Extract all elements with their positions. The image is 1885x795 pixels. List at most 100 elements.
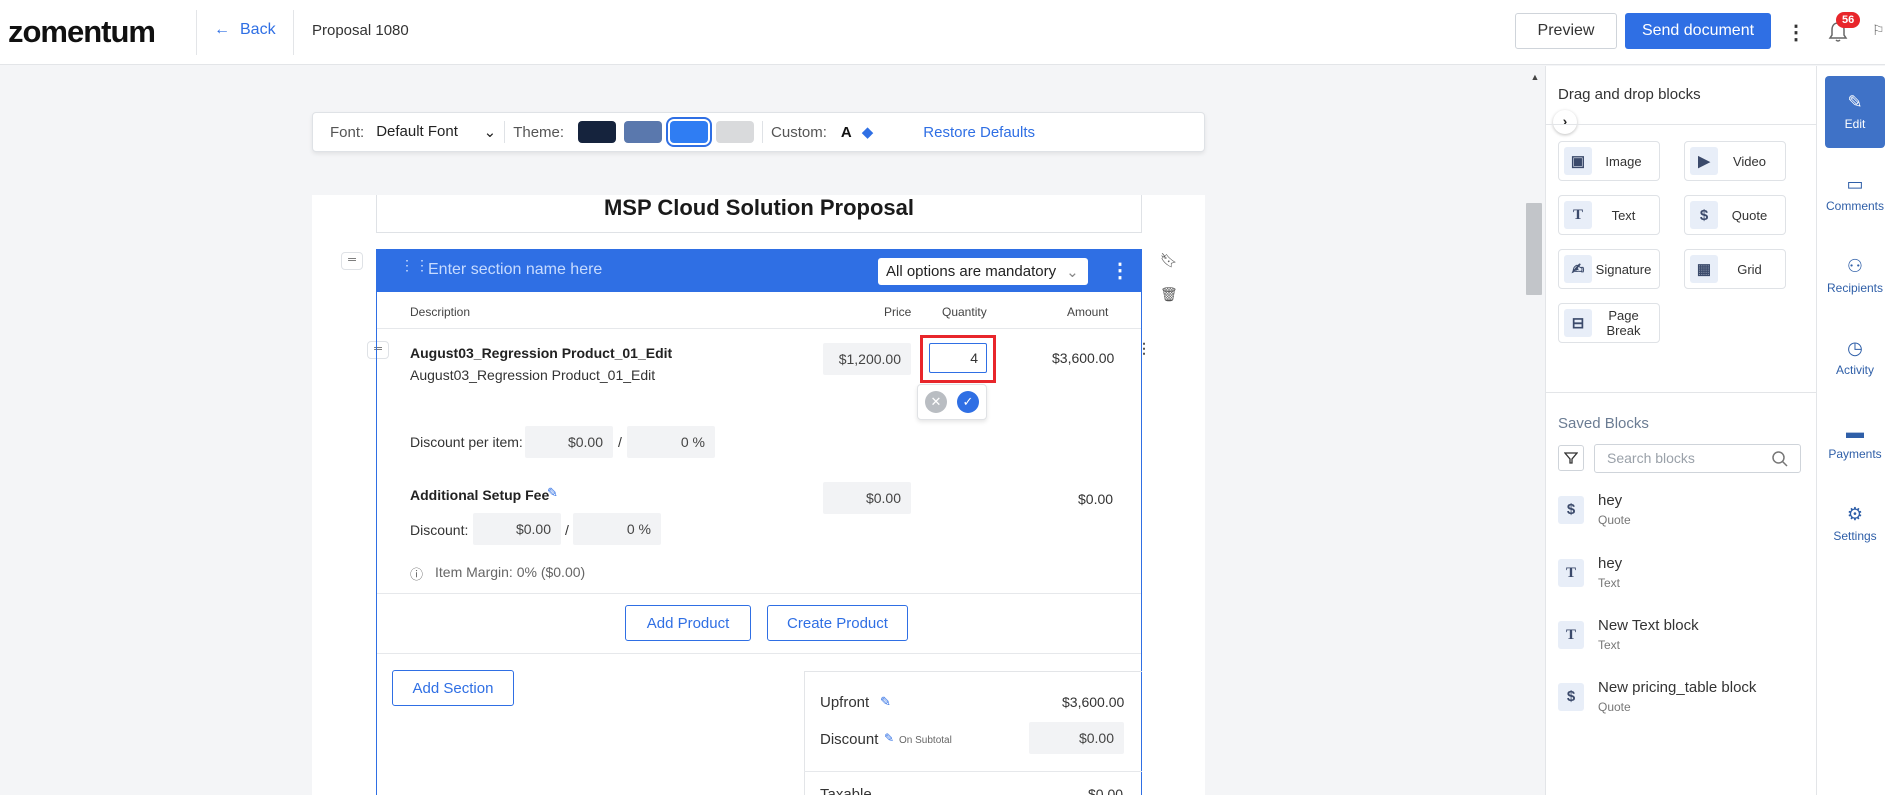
back-button[interactable]: ← Back <box>214 21 276 39</box>
nav-comments[interactable]: ▭ Comments <box>1825 174 1885 213</box>
trash-icon[interactable]: 🗑︎ <box>1160 286 1178 303</box>
section-options-icon[interactable]: ⋮ <box>1110 258 1130 283</box>
saved-block-name: hey <box>1598 492 1623 509</box>
chevron-down-icon: ⌄ <box>483 124 497 141</box>
saved-block-item[interactable]: $ New pricing_table block Quote <box>1558 679 1798 719</box>
collapse-chevron-icon[interactable]: › <box>1553 110 1577 134</box>
zomentum-logo[interactable]: zomentum <box>8 14 156 50</box>
block-grid[interactable]: ▦ Grid <box>1684 249 1786 289</box>
theme-swatch-blue[interactable] <box>666 117 713 147</box>
nav-label: Payments <box>1828 447 1882 461</box>
panel-divider <box>1545 124 1816 125</box>
upfront-label: Upfront <box>820 694 870 711</box>
product-description[interactable]: August03_Regression Product_01_Edit <box>410 367 655 383</box>
discount-percent-field[interactable]: 0 % <box>627 426 715 458</box>
nav-payments[interactable]: ▬ Payments <box>1825 422 1885 461</box>
options-select[interactable]: All options are mandatory ⌄ <box>878 258 1088 285</box>
header-divider <box>196 10 197 55</box>
nav-label: Activity <box>1835 363 1874 377</box>
setup-fee-price-field[interactable]: $0.00 <box>823 482 911 514</box>
drag-dots-icon[interactable]: ⋮⋮ <box>400 258 430 272</box>
summary-discount-field[interactable]: $0.00 <box>1029 722 1124 754</box>
page-break-icon: ⊟ <box>1564 309 1592 337</box>
setup-discount-amount-field[interactable]: $0.00 <box>473 513 561 545</box>
saved-block-type: Quote <box>1598 513 1631 527</box>
block-label: Quote <box>1731 207 1768 223</box>
notification-badge: 56 <box>1836 12 1861 28</box>
dollar-icon: $ <box>1558 683 1584 711</box>
theme-swatch-slate[interactable] <box>624 121 663 143</box>
comment-icon: ▭ <box>1846 174 1864 194</box>
style-toolbar: Font: Default Font ⌄ Theme: Custom: A ◆ … <box>312 112 1205 152</box>
nav-settings[interactable]: ⚙ Settings <box>1825 504 1885 543</box>
block-video[interactable]: ▶ Video <box>1684 141 1786 181</box>
font-select[interactable]: Default Font ⌄ <box>376 123 496 141</box>
toolbar-divider <box>762 121 764 143</box>
confirm-check-icon[interactable]: ✓ <box>957 391 979 413</box>
chevron-down-icon: ⌄ <box>1066 263 1079 281</box>
saved-block-item[interactable]: T New Text block Text <box>1558 617 1798 657</box>
block-page-break[interactable]: ⊟ Page Break <box>1558 303 1660 343</box>
send-document-button[interactable]: Send document <box>1625 13 1771 49</box>
setup-discount-separator: / <box>565 522 569 538</box>
info-icon: ⓘ <box>410 567 424 582</box>
section-name-input[interactable]: Enter section name here <box>428 261 602 279</box>
search-blocks-input[interactable]: Search blocks <box>1594 444 1801 473</box>
saved-block-name: New pricing_table block <box>1598 679 1757 696</box>
block-signature[interactable]: ✍︎ Signature <box>1558 249 1660 289</box>
proposal-title[interactable]: MSP Cloud Solution Proposal <box>376 195 1142 233</box>
quantity-input[interactable]: 4 <box>929 343 987 373</box>
product-name[interactable]: August03_Regression Product_01_Edit <box>410 345 672 361</box>
canvas-scrollbar[interactable] <box>1526 66 1544 795</box>
setup-fee-label: Additional Setup Fee <box>410 487 550 503</box>
preview-button[interactable]: Preview <box>1515 13 1617 49</box>
nav-recipients[interactable]: ⚇ Recipients <box>1825 256 1885 295</box>
scroll-up-icon[interactable]: ▲ <box>1526 72 1544 82</box>
discount-amount-field[interactable]: $0.00 <box>525 426 613 458</box>
col-description: Description <box>410 305 471 319</box>
block-image[interactable]: ▣ Image <box>1558 141 1660 181</box>
bookmark-icon[interactable]: 🔖︎ <box>1160 252 1178 269</box>
price-field[interactable]: $1,200.00 <box>823 343 911 375</box>
cancel-icon[interactable]: ✕ <box>925 391 947 413</box>
blocks-panel-title: Drag and drop blocks <box>1558 86 1701 103</box>
pencil-icon[interactable]: ✎ <box>880 694 891 710</box>
rocket-icon[interactable]: ⚐ <box>1872 22 1885 42</box>
setup-discount-percent-field[interactable]: 0 % <box>573 513 661 545</box>
scroll-thumb[interactable] <box>1526 203 1542 295</box>
nav-label: Recipients <box>1826 281 1884 295</box>
pencil-icon[interactable]: ✎ <box>547 485 558 501</box>
block-quote[interactable]: $ Quote <box>1684 195 1786 235</box>
section-drag-handle[interactable]: ═ <box>341 252 363 270</box>
nav-edit[interactable]: ✎ Edit <box>1825 76 1885 148</box>
create-product-button[interactable]: Create Product <box>767 605 908 641</box>
theme-label: Theme: <box>513 123 565 141</box>
dollar-icon: $ <box>1690 201 1718 229</box>
text-color-icon[interactable]: A <box>841 124 852 141</box>
panel-divider <box>1545 392 1816 393</box>
restore-defaults-link[interactable]: Restore Defaults <box>923 124 1035 141</box>
upfront-value: $3,600.00 <box>1062 694 1125 710</box>
block-label: Signature <box>1595 261 1652 277</box>
saved-block-item[interactable]: $ hey Quote <box>1558 492 1798 532</box>
block-text[interactable]: T Text <box>1558 195 1660 235</box>
col-price: Price <box>884 305 912 319</box>
theme-swatch-dark[interactable] <box>578 121 617 143</box>
pencil-icon: ✎ <box>1847 92 1863 112</box>
block-label: Image <box>1605 153 1642 169</box>
credit-card-icon: ▬ <box>1846 422 1864 442</box>
search-icon[interactable] <box>1771 450 1789 468</box>
document-title: Proposal 1080 <box>312 22 409 39</box>
fill-color-icon[interactable]: ◆ <box>862 123 874 141</box>
add-section-button[interactable]: Add Section <box>392 670 514 706</box>
add-product-button[interactable]: Add Product <box>625 605 751 641</box>
setup-discount-label: Discount: <box>410 522 469 538</box>
users-icon: ⚇ <box>1846 256 1864 276</box>
more-options-icon[interactable]: ⋮ <box>1786 20 1806 45</box>
saved-block-item[interactable]: T hey Text <box>1558 555 1798 595</box>
filter-icon[interactable] <box>1558 445 1584 471</box>
pencil-icon[interactable]: ✎ <box>884 731 894 745</box>
nav-activity[interactable]: ◷ Activity <box>1825 338 1885 377</box>
setup-fee-amount: $0.00 <box>1078 491 1114 507</box>
theme-swatch-grey[interactable] <box>716 121 755 143</box>
